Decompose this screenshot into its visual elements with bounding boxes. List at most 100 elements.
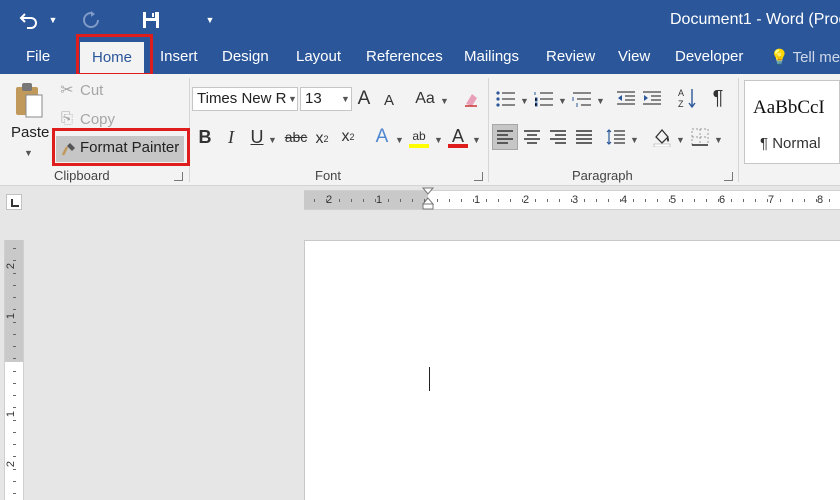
line-spacing-icon[interactable] — [604, 125, 628, 149]
shading-dropdown-icon[interactable]: ▼ — [676, 135, 685, 145]
document-page[interactable] — [304, 240, 840, 500]
line-spacing-dropdown-icon[interactable]: ▼ — [630, 135, 639, 145]
superscript-icon[interactable]: x2 — [340, 126, 356, 148]
multilevel-list-icon[interactable] — [570, 88, 594, 110]
tab-file[interactable]: File — [26, 48, 50, 65]
increase-indent-icon[interactable] — [640, 88, 664, 110]
ruler-tick — [546, 199, 548, 202]
tell-me-search[interactable]: 💡 Tell me — [770, 48, 840, 66]
paragraph-launcher-icon[interactable] — [724, 172, 733, 181]
borders-dropdown-icon[interactable]: ▼ — [714, 135, 723, 145]
ruler-label: 1 — [5, 410, 18, 418]
svg-text:Z: Z — [678, 99, 684, 109]
ruler-tick — [730, 199, 732, 202]
font-color-dropdown-icon[interactable]: ▼ — [472, 135, 481, 145]
save-icon[interactable] — [138, 6, 164, 34]
subscript-icon[interactable]: x2 — [314, 128, 330, 150]
shrink-font-icon[interactable]: A — [380, 90, 398, 110]
cut-button[interactable]: Cut — [80, 82, 103, 99]
ruler-tick — [497, 199, 499, 202]
tab-insert[interactable]: Insert — [160, 48, 198, 65]
text-effects-dropdown-icon[interactable]: ▼ — [395, 135, 404, 145]
change-case-dropdown-icon[interactable]: ▼ — [440, 96, 449, 106]
underline-icon[interactable]: U — [248, 126, 266, 148]
justify-icon[interactable] — [572, 125, 596, 149]
underline-dropdown-icon[interactable]: ▼ — [268, 135, 277, 145]
multilevel-dropdown-icon[interactable]: ▼ — [596, 96, 605, 106]
ruler-tick — [13, 395, 16, 396]
tab-layout[interactable]: Layout — [296, 48, 341, 65]
tab-home[interactable]: Home — [80, 42, 145, 74]
font-color-icon[interactable]: A — [448, 124, 468, 148]
undo-icon[interactable] — [14, 6, 44, 34]
ruler-tick — [13, 407, 16, 409]
ruler-tick — [706, 199, 707, 202]
redo-icon[interactable] — [78, 6, 104, 34]
ruler-tick — [742, 199, 744, 202]
ruler-tick — [387, 199, 389, 202]
ruler-tick — [448, 199, 450, 202]
clear-formatting-icon[interactable] — [460, 88, 482, 110]
paste-dropdown-icon[interactable]: ▼ — [24, 148, 33, 158]
font-group-label: Font — [315, 168, 342, 183]
text-effects-icon[interactable]: A — [372, 126, 392, 148]
lightbulb-icon: 💡 — [770, 49, 789, 66]
shading-icon[interactable] — [650, 124, 674, 150]
align-left-icon[interactable] — [492, 124, 518, 150]
ruler-label: 3 — [572, 194, 579, 206]
subscript-label: x — [315, 130, 324, 147]
tab-mailings[interactable]: Mailings — [464, 48, 519, 65]
horizontal-ruler[interactable]: 2 1 1 2 3 4 5 6 7 8 — [304, 187, 840, 210]
copy-icon: ⎘ — [60, 109, 73, 127]
customize-qat-icon[interactable]: ▼ — [202, 6, 218, 34]
vertical-ruler[interactable]: 2 1 1 2 — [4, 240, 24, 500]
highlight-dropdown-icon[interactable]: ▼ — [434, 135, 443, 145]
undo-dropdown-icon[interactable]: ▼ — [46, 6, 60, 34]
bullets-icon[interactable] — [494, 88, 518, 110]
align-center-icon[interactable] — [520, 125, 544, 149]
ruler-tick — [13, 260, 16, 262]
ruler-tick — [13, 419, 16, 421]
scissors-icon: ✂ — [60, 82, 74, 99]
sort-icon[interactable]: AZ — [676, 86, 698, 110]
strikethrough-icon[interactable]: abc — [284, 126, 308, 148]
italic-icon[interactable]: I — [222, 126, 240, 148]
tab-review[interactable]: Review — [546, 48, 595, 65]
copy-button[interactable]: Copy — [80, 111, 115, 128]
format-painter-button[interactable]: Format Painter — [56, 136, 184, 162]
paste-button[interactable]: Paste — [11, 124, 49, 141]
ruler-label: 2 — [523, 194, 530, 206]
change-case-icon[interactable]: Aa — [412, 88, 438, 110]
ruler-tick — [13, 382, 16, 384]
clipboard-launcher-icon[interactable] — [174, 172, 183, 181]
ruler-tick — [13, 493, 16, 494]
ruler-tick — [718, 199, 720, 202]
numbering-icon[interactable] — [532, 88, 556, 110]
tab-design[interactable]: Design — [222, 48, 269, 65]
grow-font-icon[interactable]: A — [354, 88, 374, 110]
ruler-tick — [13, 321, 16, 323]
tab-references[interactable]: References — [366, 48, 443, 65]
font-size-dropdown-icon[interactable]: ▼ — [341, 94, 350, 104]
decrease-indent-icon[interactable] — [614, 88, 638, 110]
show-formatting-icon[interactable]: ¶ — [708, 86, 728, 110]
bold-icon[interactable]: B — [196, 126, 214, 148]
ruler-tick — [828, 199, 830, 202]
style-normal[interactable]: AaBbCcI ¶ Normal — [744, 80, 840, 164]
align-right-icon[interactable] — [546, 125, 570, 149]
borders-icon[interactable] — [688, 125, 712, 149]
ruler-tick — [559, 199, 560, 202]
paste-icon[interactable] — [12, 80, 46, 120]
numbering-dropdown-icon[interactable]: ▼ — [558, 96, 567, 106]
bullets-dropdown-icon[interactable]: ▼ — [520, 96, 529, 106]
highlight-color-icon[interactable]: ab — [408, 124, 430, 148]
font-launcher-icon[interactable] — [474, 172, 483, 181]
tab-selector[interactable] — [6, 194, 22, 210]
ruler-tick — [632, 199, 634, 202]
font-name-dropdown-icon[interactable]: ▼ — [288, 94, 297, 104]
tab-developer[interactable]: Developer — [675, 48, 743, 65]
font-name-box[interactable]: Times New R — [192, 87, 298, 111]
paintbrush-icon — [60, 139, 78, 159]
ruler-tick — [412, 199, 413, 202]
tab-view[interactable]: View — [618, 48, 650, 65]
